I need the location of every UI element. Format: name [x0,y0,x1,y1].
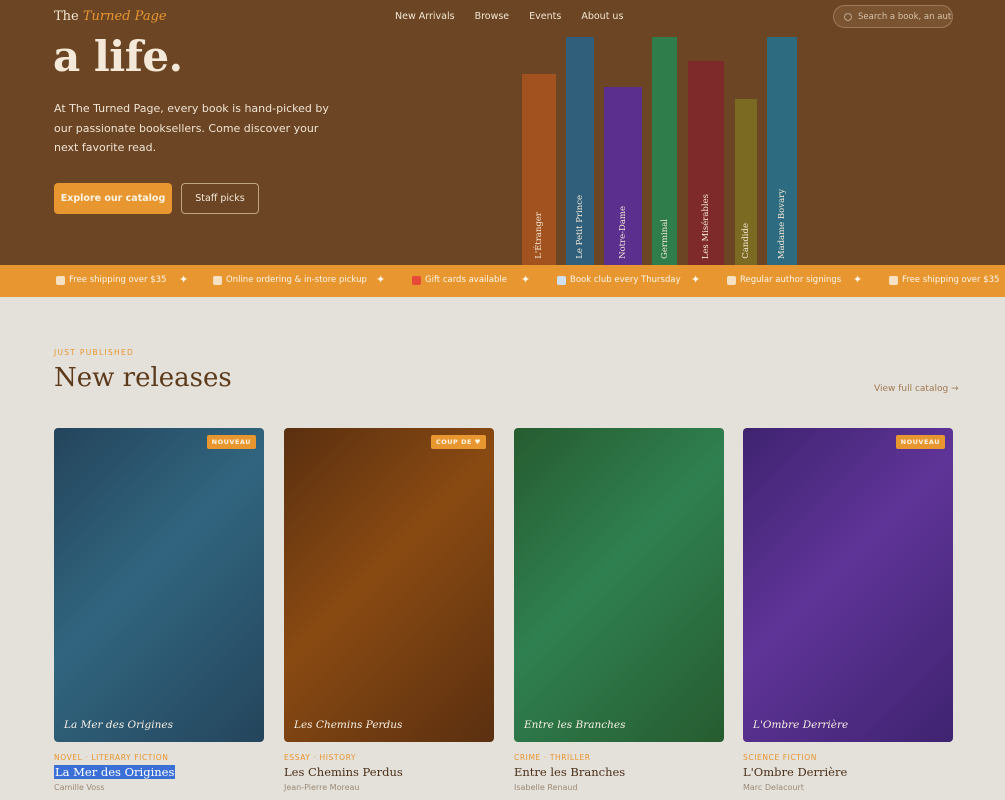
cover-title: L'Ombre Derrière [753,719,849,731]
ticker-text: Regular author signings [740,275,842,285]
section-title: New releases [54,363,232,393]
nav-events[interactable]: Events [529,11,561,22]
ticker-separator: ✦ [853,273,863,286]
search-box[interactable] [833,5,953,28]
book-card[interactable]: NOUVEAU L'Ombre Derrière [743,428,953,742]
ticker-item: Regular author signings [727,275,841,285]
hero-description: At The Turned Page, every book is hand-p… [54,102,329,154]
nav-browse[interactable]: Browse [475,11,510,22]
logo-accent: Turned Page [82,9,167,24]
book-spine[interactable]: Les Misérables [688,61,724,265]
ticker-text: Free shipping over $35 [69,275,167,285]
book-genre: NOVEL · LITERARY FICTION [54,753,169,762]
book-badge: COUP DE ♥ [430,435,486,449]
ticker-text: Free shipping over $35 [902,275,1000,285]
book-spine[interactable]: Le Petit Prince [566,37,594,265]
signature-icon [727,275,736,285]
announcement-ticker: Free shipping over $35 ✦ Online ordering… [0,265,1005,297]
ticker-separator: ✦ [521,273,531,286]
cover-title: Les Chemins Perdus [294,719,403,731]
book-author: Jean-Pierre Moreau [284,783,360,792]
book-author: Isabelle Renaud [514,783,578,792]
nav-new-arrivals[interactable]: New Arrivals [395,11,455,22]
cover-title: La Mer des Origines [64,719,173,731]
ticker-text: Gift cards available [425,275,507,285]
main-nav: New Arrivals Browse Events About us [395,11,623,22]
book-spine[interactable]: L'Étranger [522,74,556,265]
ticker-item: Gift cards available [412,275,507,285]
ticker-separator: ✦ [376,273,386,286]
book-title[interactable]: Les Chemins Perdus [284,765,403,779]
search-input[interactable] [858,11,952,22]
book-icon [557,275,566,285]
staff-picks-button[interactable]: Staff picks [181,183,259,214]
package-icon [889,275,898,285]
ticker-item: Book club every Thursday [557,275,681,285]
spine-title: Germinal [659,219,670,259]
book-card[interactable]: Entre les Branches [514,428,724,742]
ticker-item: Free shipping over $35 [56,275,166,285]
nav-about-us[interactable]: About us [581,11,623,22]
ticker-text: Book club every Thursday [570,275,681,285]
package-icon [56,275,65,285]
ticker-item: Free shipping over $35 [889,275,999,285]
spine-title: Candide [741,223,751,259]
spine-title: Les Misérables [701,193,711,259]
spine-title: Notre-Dame [618,206,628,259]
site-logo[interactable]: The Turned Page [54,9,167,24]
book-card[interactable]: COUP DE ♥ Les Chemins Perdus [284,428,494,742]
explore-catalog-button[interactable]: Explore our catalog [54,183,172,214]
book-spine[interactable]: Germinal [652,37,677,265]
book-author: Marc Delacourt [743,783,804,792]
book-badge: NOUVEAU [895,435,945,449]
book-title[interactable]: L'Ombre Derrière [743,765,847,779]
hero-title: a life. [53,32,183,81]
hero-section: The Turned Page New Arrivals Browse Even… [0,0,1005,265]
book-title[interactable]: La Mer des Origines [54,765,176,779]
ticker-separator: ✦ [179,273,189,286]
globe-icon [213,275,222,285]
ticker-item: Online ordering & in-store pickup [213,275,367,285]
book-badge: NOUVEAU [206,435,256,449]
gift-icon [412,275,421,285]
book-card[interactable]: NOUVEAU La Mer des Origines [54,428,264,742]
spine-title: L'Étranger [534,212,544,259]
book-genre: ESSAY · HISTORY [284,753,357,762]
book-spine[interactable]: Notre-Dame [604,87,642,265]
book-author: Camille Voss [54,783,105,792]
spine-title: Madame Bovary [777,188,787,259]
book-genre: SCIENCE FICTION [743,753,817,762]
section-eyebrow: JUST PUBLISHED [54,348,135,357]
ticker-text: Online ordering & in-store pickup [226,275,367,285]
book-title[interactable]: Entre les Branches [514,765,625,779]
book-spine[interactable]: Madame Bovary [767,37,797,265]
ticker-separator: ✦ [691,273,701,286]
spine-title: Le Petit Prince [575,195,585,259]
search-icon [844,12,852,21]
cover-title: Entre les Branches [524,719,626,731]
logo-prefix: The [54,9,79,24]
book-genre: CRIME · THRILLER [514,753,591,762]
view-catalog-link[interactable]: View full catalog → [874,384,959,394]
book-spine[interactable]: Candide [735,99,757,265]
